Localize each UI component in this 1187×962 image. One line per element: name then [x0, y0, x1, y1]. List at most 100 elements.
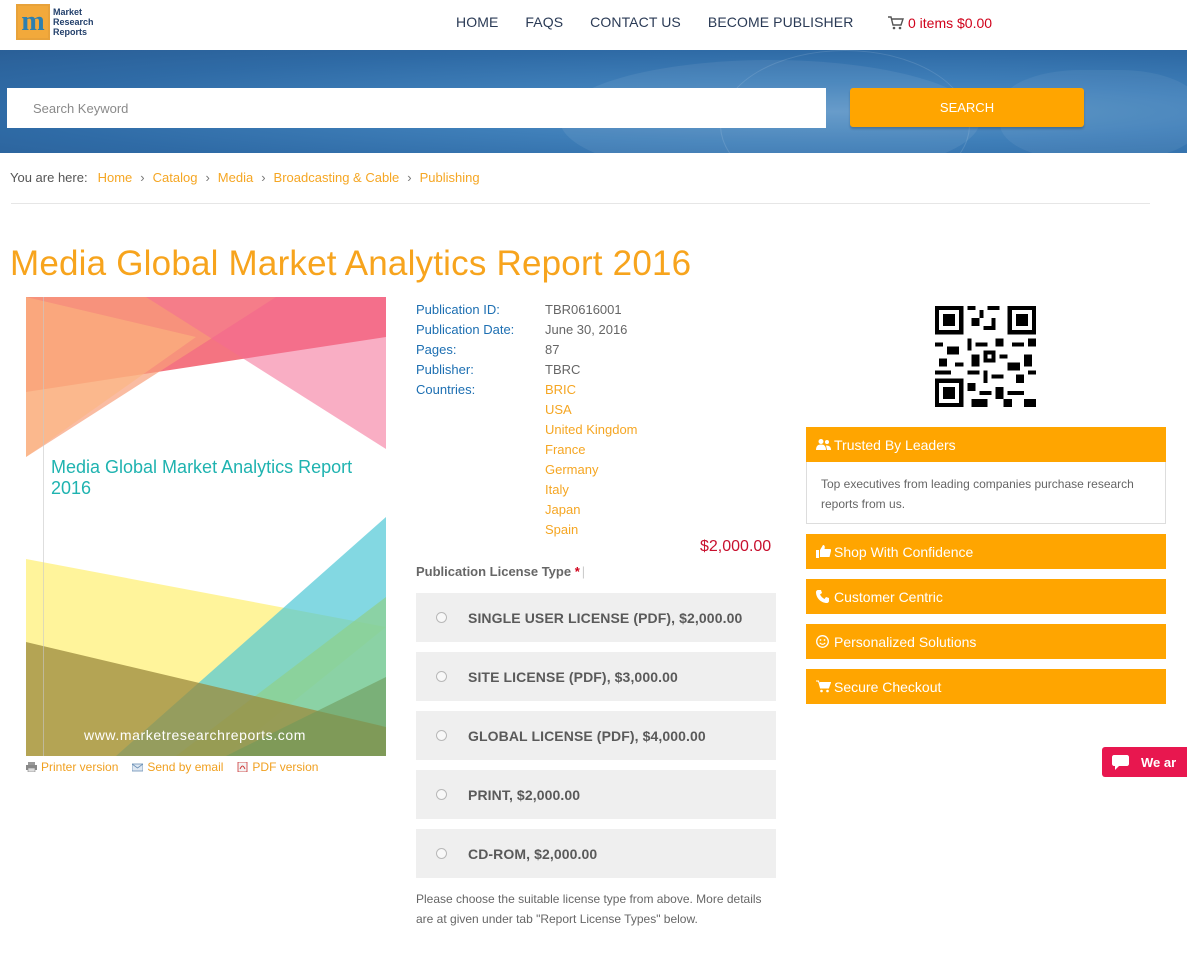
pages-label: Pages: [416, 341, 457, 357]
country-link[interactable]: Italy [545, 482, 569, 497]
personalized-solutions-panel[interactable]: Personalized Solutions [806, 624, 1166, 659]
license-option[interactable]: GLOBAL LICENSE (PDF), $4,000.00 [416, 711, 776, 760]
radio-button[interactable] [436, 730, 447, 741]
printer-version-label: Printer version [41, 760, 119, 774]
panel-title: Shop With Confidence [834, 543, 974, 560]
license-option-label: SINGLE USER LICENSE (PDF), $2,000.00 [468, 609, 743, 626]
breadcrumb-home[interactable]: Home [98, 170, 133, 185]
license-option[interactable]: CD-ROM, $2,000.00 [416, 829, 776, 878]
search-banner: SEARCH [0, 50, 1187, 153]
license-option[interactable]: SINGLE USER LICENSE (PDF), $2,000.00 [416, 593, 776, 642]
publication-date-value: June 30, 2016 [545, 321, 628, 337]
breadcrumb-media[interactable]: Media [218, 170, 253, 185]
shop-with-confidence-panel[interactable]: Shop With Confidence [806, 534, 1166, 569]
nav-home[interactable]: HOME [456, 14, 498, 30]
breadcrumb-catalog[interactable]: Catalog [153, 170, 198, 185]
panel-title: Customer Centric [834, 588, 943, 605]
search-input[interactable] [7, 88, 826, 128]
info-row: France [416, 439, 638, 459]
publication-id-label: Publication ID: [416, 301, 500, 317]
email-icon [132, 763, 144, 772]
license-type-text: Publication License Type [416, 564, 572, 579]
cover-spine [43, 297, 44, 756]
license-option-label: GLOBAL LICENSE (PDF), $4,000.00 [468, 727, 706, 744]
publisher-value: TBRC [545, 361, 581, 377]
pdf-version-link[interactable]: PDF version [237, 760, 318, 774]
chevron-right-icon: › [261, 170, 266, 185]
live-chat-button[interactable]: We ar [1102, 747, 1187, 777]
main-nav: HOME FAQS CONTACT US BECOME PUBLISHER [456, 14, 880, 30]
logo-line: Reports [53, 27, 88, 37]
send-by-email-link[interactable]: Send by email [132, 760, 223, 774]
smile-icon [816, 635, 829, 648]
divider [11, 203, 1150, 204]
panel-title: Secure Checkout [834, 678, 942, 695]
cart-link[interactable]: 0 items $0.00 [888, 15, 992, 31]
page-title: Media Global Market Analytics Report 201… [10, 244, 692, 283]
publication-date-label: Publication Date: [416, 321, 515, 337]
country-link[interactable]: United Kingdom [545, 422, 638, 437]
info-row: Countries: BRIC [416, 379, 638, 399]
radio-button[interactable] [436, 612, 447, 623]
info-row: Italy [416, 479, 638, 499]
cover-art [26, 297, 386, 756]
printer-version-link[interactable]: Printer version [26, 760, 118, 774]
panel-title: Personalized Solutions [834, 633, 977, 650]
info-row: Publication Date: June 30, 2016 [416, 319, 638, 339]
cart-icon [816, 680, 831, 693]
required-marker: * [574, 564, 580, 579]
thumbs-up-icon [816, 545, 831, 558]
radio-button[interactable] [436, 848, 447, 859]
pdf-version-label: PDF version [252, 760, 319, 774]
search-button[interactable]: SEARCH [850, 88, 1084, 127]
info-row: USA [416, 399, 638, 419]
radio-button[interactable] [436, 671, 447, 682]
chevron-right-icon: › [407, 170, 412, 185]
report-price: $2,000.00 [700, 538, 772, 555]
license-option[interactable]: PRINT, $2,000.00 [416, 770, 776, 819]
license-option-label: CD-ROM, $2,000.00 [468, 845, 598, 862]
license-option-label: PRINT, $2,000.00 [468, 786, 581, 803]
country-link[interactable]: Spain [545, 522, 578, 537]
countries-label: Countries: [416, 381, 476, 397]
country-link[interactable]: Japan [545, 502, 580, 517]
site-logo[interactable]: m Market Research Reports [16, 4, 109, 40]
info-row: United Kingdom [416, 419, 638, 439]
country-link[interactable]: BRIC [545, 382, 576, 397]
trusted-by-leaders-header[interactable]: Trusted By Leaders [806, 427, 1166, 462]
chevron-right-icon: › [205, 170, 210, 185]
cart-summary: 0 items $0.00 [908, 15, 993, 31]
cover-url: www.marketresearchreports.com [84, 727, 307, 743]
panel-title: Trusted By Leaders [834, 436, 956, 453]
divider: | [581, 564, 586, 579]
chevron-right-icon: › [140, 170, 145, 185]
customer-centric-panel[interactable]: Customer Centric [806, 579, 1166, 614]
publisher-label: Publisher: [416, 361, 474, 377]
pdf-icon [238, 762, 248, 772]
country-link[interactable]: Germany [545, 462, 598, 477]
breadcrumb-publishing[interactable]: Publishing [420, 170, 480, 185]
chat-label: We ar [1141, 754, 1177, 770]
logo-text: Market Research Reports [53, 7, 109, 37]
send-by-email-label: Send by email [147, 760, 224, 774]
logo-line: Research [53, 17, 94, 27]
country-link[interactable]: USA [545, 402, 572, 417]
publication-info: Publication ID: TBR0616001 Publication D… [416, 299, 638, 539]
users-icon [816, 439, 831, 450]
country-link[interactable]: France [545, 442, 585, 457]
license-type-label: Publication License Type * | [416, 564, 585, 579]
secure-checkout-panel[interactable]: Secure Checkout [806, 669, 1166, 704]
breadcrumb-broadcasting-cable[interactable]: Broadcasting & Cable [274, 170, 400, 185]
license-option[interactable]: SITE LICENSE (PDF), $3,000.00 [416, 652, 776, 701]
phone-icon [816, 590, 829, 603]
nav-become-publisher[interactable]: BECOME PUBLISHER [708, 14, 854, 30]
site-header: m Market Research Reports HOME FAQS CONT… [0, 0, 1187, 50]
nav-contact-us[interactable]: CONTACT US [590, 14, 681, 30]
cover-title: Media Global Market Analytics Report 201… [51, 457, 353, 498]
printer-icon [26, 762, 37, 772]
pages-value: 87 [545, 341, 560, 357]
qr-code-image [935, 306, 1036, 407]
radio-button[interactable] [436, 789, 447, 800]
nav-faqs[interactable]: FAQS [525, 14, 563, 30]
info-row: Publication ID: TBR0616001 [416, 299, 638, 319]
